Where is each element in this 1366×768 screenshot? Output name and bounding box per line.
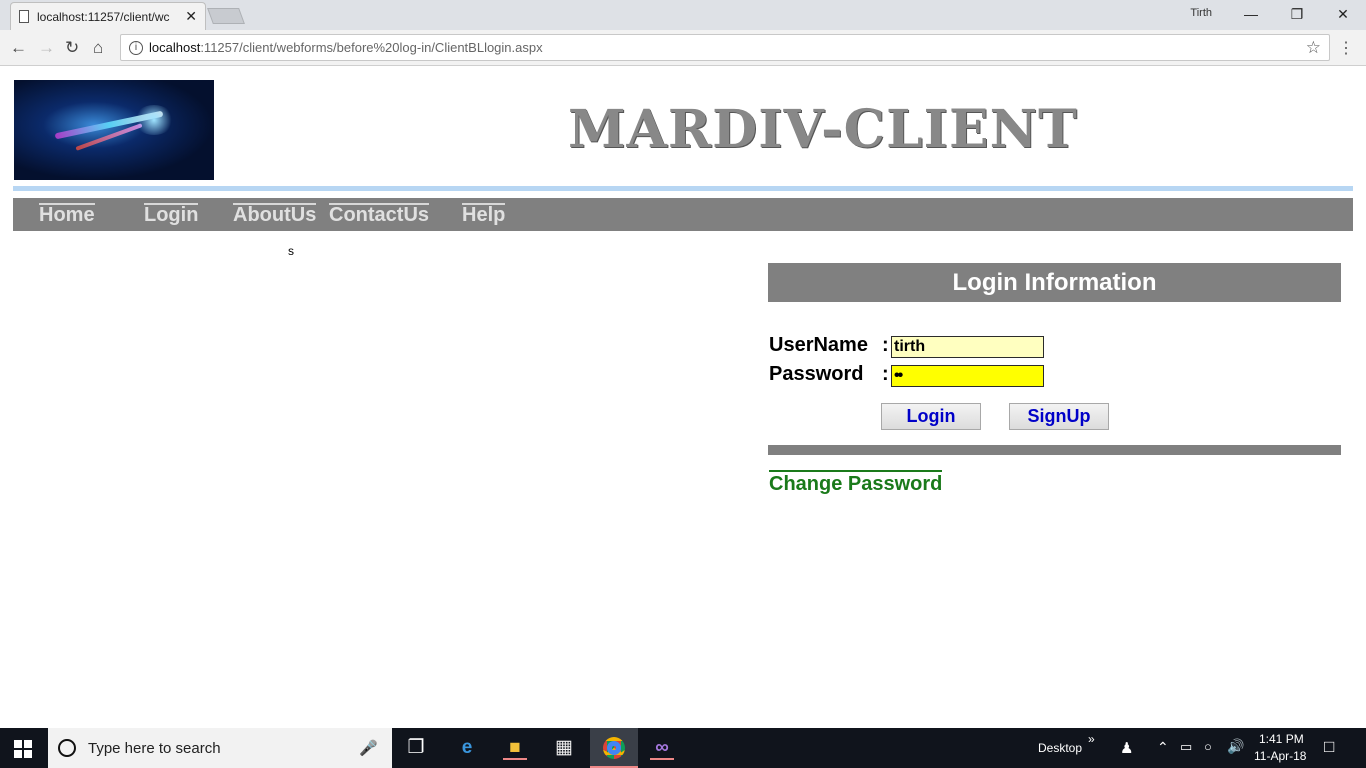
login-divider — [768, 445, 1341, 455]
menu-contactus[interactable]: ContactUs — [329, 203, 430, 225]
desktop-toolbar-label[interactable]: Desktop — [1038, 741, 1082, 755]
username-label: UserName — [769, 334, 868, 356]
logo-graphic — [134, 105, 174, 135]
menu-login[interactable]: Login — [144, 203, 199, 225]
wifi-icon[interactable]: ○ — [1204, 739, 1212, 754]
microphone-icon[interactable]: 🎤 — [359, 739, 378, 757]
info-icon[interactable]: i — [129, 40, 143, 55]
browser-titlebar: localhost:11257/client/wc ✕ Tirth — ❐ ✕ — [0, 0, 1366, 30]
clock-date[interactable]: 11-Apr-18 — [1254, 749, 1306, 763]
menu-aboutus[interactable]: AboutUs — [233, 203, 317, 225]
signup-button[interactable]: SignUp — [1009, 403, 1109, 430]
login-button[interactable]: Login — [881, 403, 981, 430]
password-label: Password — [769, 363, 864, 385]
tab-close-icon[interactable]: ✕ — [185, 8, 197, 25]
toolbar-chevron-icon[interactable]: » — [1088, 732, 1095, 746]
window-close-icon[interactable]: ✕ — [1320, 3, 1366, 25]
file-explorer-icon[interactable]: ■ — [503, 736, 527, 760]
task-view-icon[interactable]: ❐ — [404, 736, 428, 760]
new-tab-button[interactable] — [207, 8, 245, 24]
chrome-icon[interactable] — [590, 728, 638, 768]
login-heading: Login Information — [768, 263, 1341, 302]
edge-icon[interactable]: e — [455, 736, 479, 760]
menu-help[interactable]: Help — [462, 203, 506, 225]
site-title: MARDIV-CLIENT — [568, 99, 1078, 160]
search-placeholder: Type here to search — [88, 739, 221, 757]
url-path: :11257/client/webforms/before%20log-in/C… — [200, 40, 543, 55]
action-center-icon[interactable]: □ — [1324, 737, 1334, 757]
tab-title: localhost:11257/client/wc — [37, 9, 170, 24]
clock-time[interactable]: 1:41 PM — [1259, 732, 1304, 746]
home-icon[interactable]: ⌂ — [93, 38, 103, 58]
windows-start-icon[interactable] — [14, 740, 32, 758]
volume-icon[interactable]: 🔊 — [1227, 738, 1244, 755]
window-user-name: Tirth — [1190, 7, 1212, 19]
back-icon[interactable]: ← — [10, 38, 27, 58]
forward-icon[interactable]: → — [38, 38, 55, 58]
address-bar[interactable]: i localhost :11257/client/webforms/befor… — [120, 34, 1330, 61]
page-content: MARDIV-CLIENT Home Login AboutUs Contact… — [0, 67, 1366, 728]
show-hidden-icons-icon[interactable]: ⌃ — [1157, 739, 1169, 756]
cortana-icon — [58, 739, 76, 757]
site-logo — [14, 80, 214, 180]
password-field[interactable]: •• — [891, 365, 1044, 387]
reload-icon[interactable]: ↻ — [65, 38, 79, 58]
star-icon[interactable]: ☆ — [1306, 38, 1321, 58]
menu-home[interactable]: Home — [39, 203, 95, 225]
change-password-link[interactable]: Change Password — [769, 470, 943, 496]
taskbar: Type here to search 🎤 ❐ e ■ ▦ ∞ Desktop … — [0, 728, 1366, 768]
store-icon[interactable]: ▦ — [552, 736, 576, 760]
header-divider — [13, 186, 1353, 191]
username-field[interactable] — [891, 336, 1044, 358]
battery-icon[interactable]: ▭ — [1180, 739, 1192, 755]
document-icon — [19, 10, 29, 23]
url-host: localhost — [149, 40, 201, 55]
browser-toolbar: ← → ↻ ⌂ i localhost :11257/client/webfor… — [0, 30, 1366, 66]
visual-studio-icon[interactable]: ∞ — [650, 736, 674, 760]
taskbar-search[interactable]: Type here to search 🎤 — [48, 728, 392, 768]
minimize-icon[interactable]: — — [1228, 3, 1274, 25]
username-colon: : — [882, 334, 889, 356]
people-icon[interactable]: ♟ — [1120, 739, 1133, 757]
menu-icon[interactable]: ⋮ — [1338, 38, 1354, 58]
main-menu: Home Login AboutUs ContactUs Help — [13, 198, 1353, 231]
maximize-icon[interactable]: ❐ — [1274, 3, 1320, 25]
stray-text: s — [288, 244, 294, 258]
password-colon: : — [882, 363, 889, 385]
browser-tab[interactable]: localhost:11257/client/wc ✕ — [10, 2, 206, 30]
